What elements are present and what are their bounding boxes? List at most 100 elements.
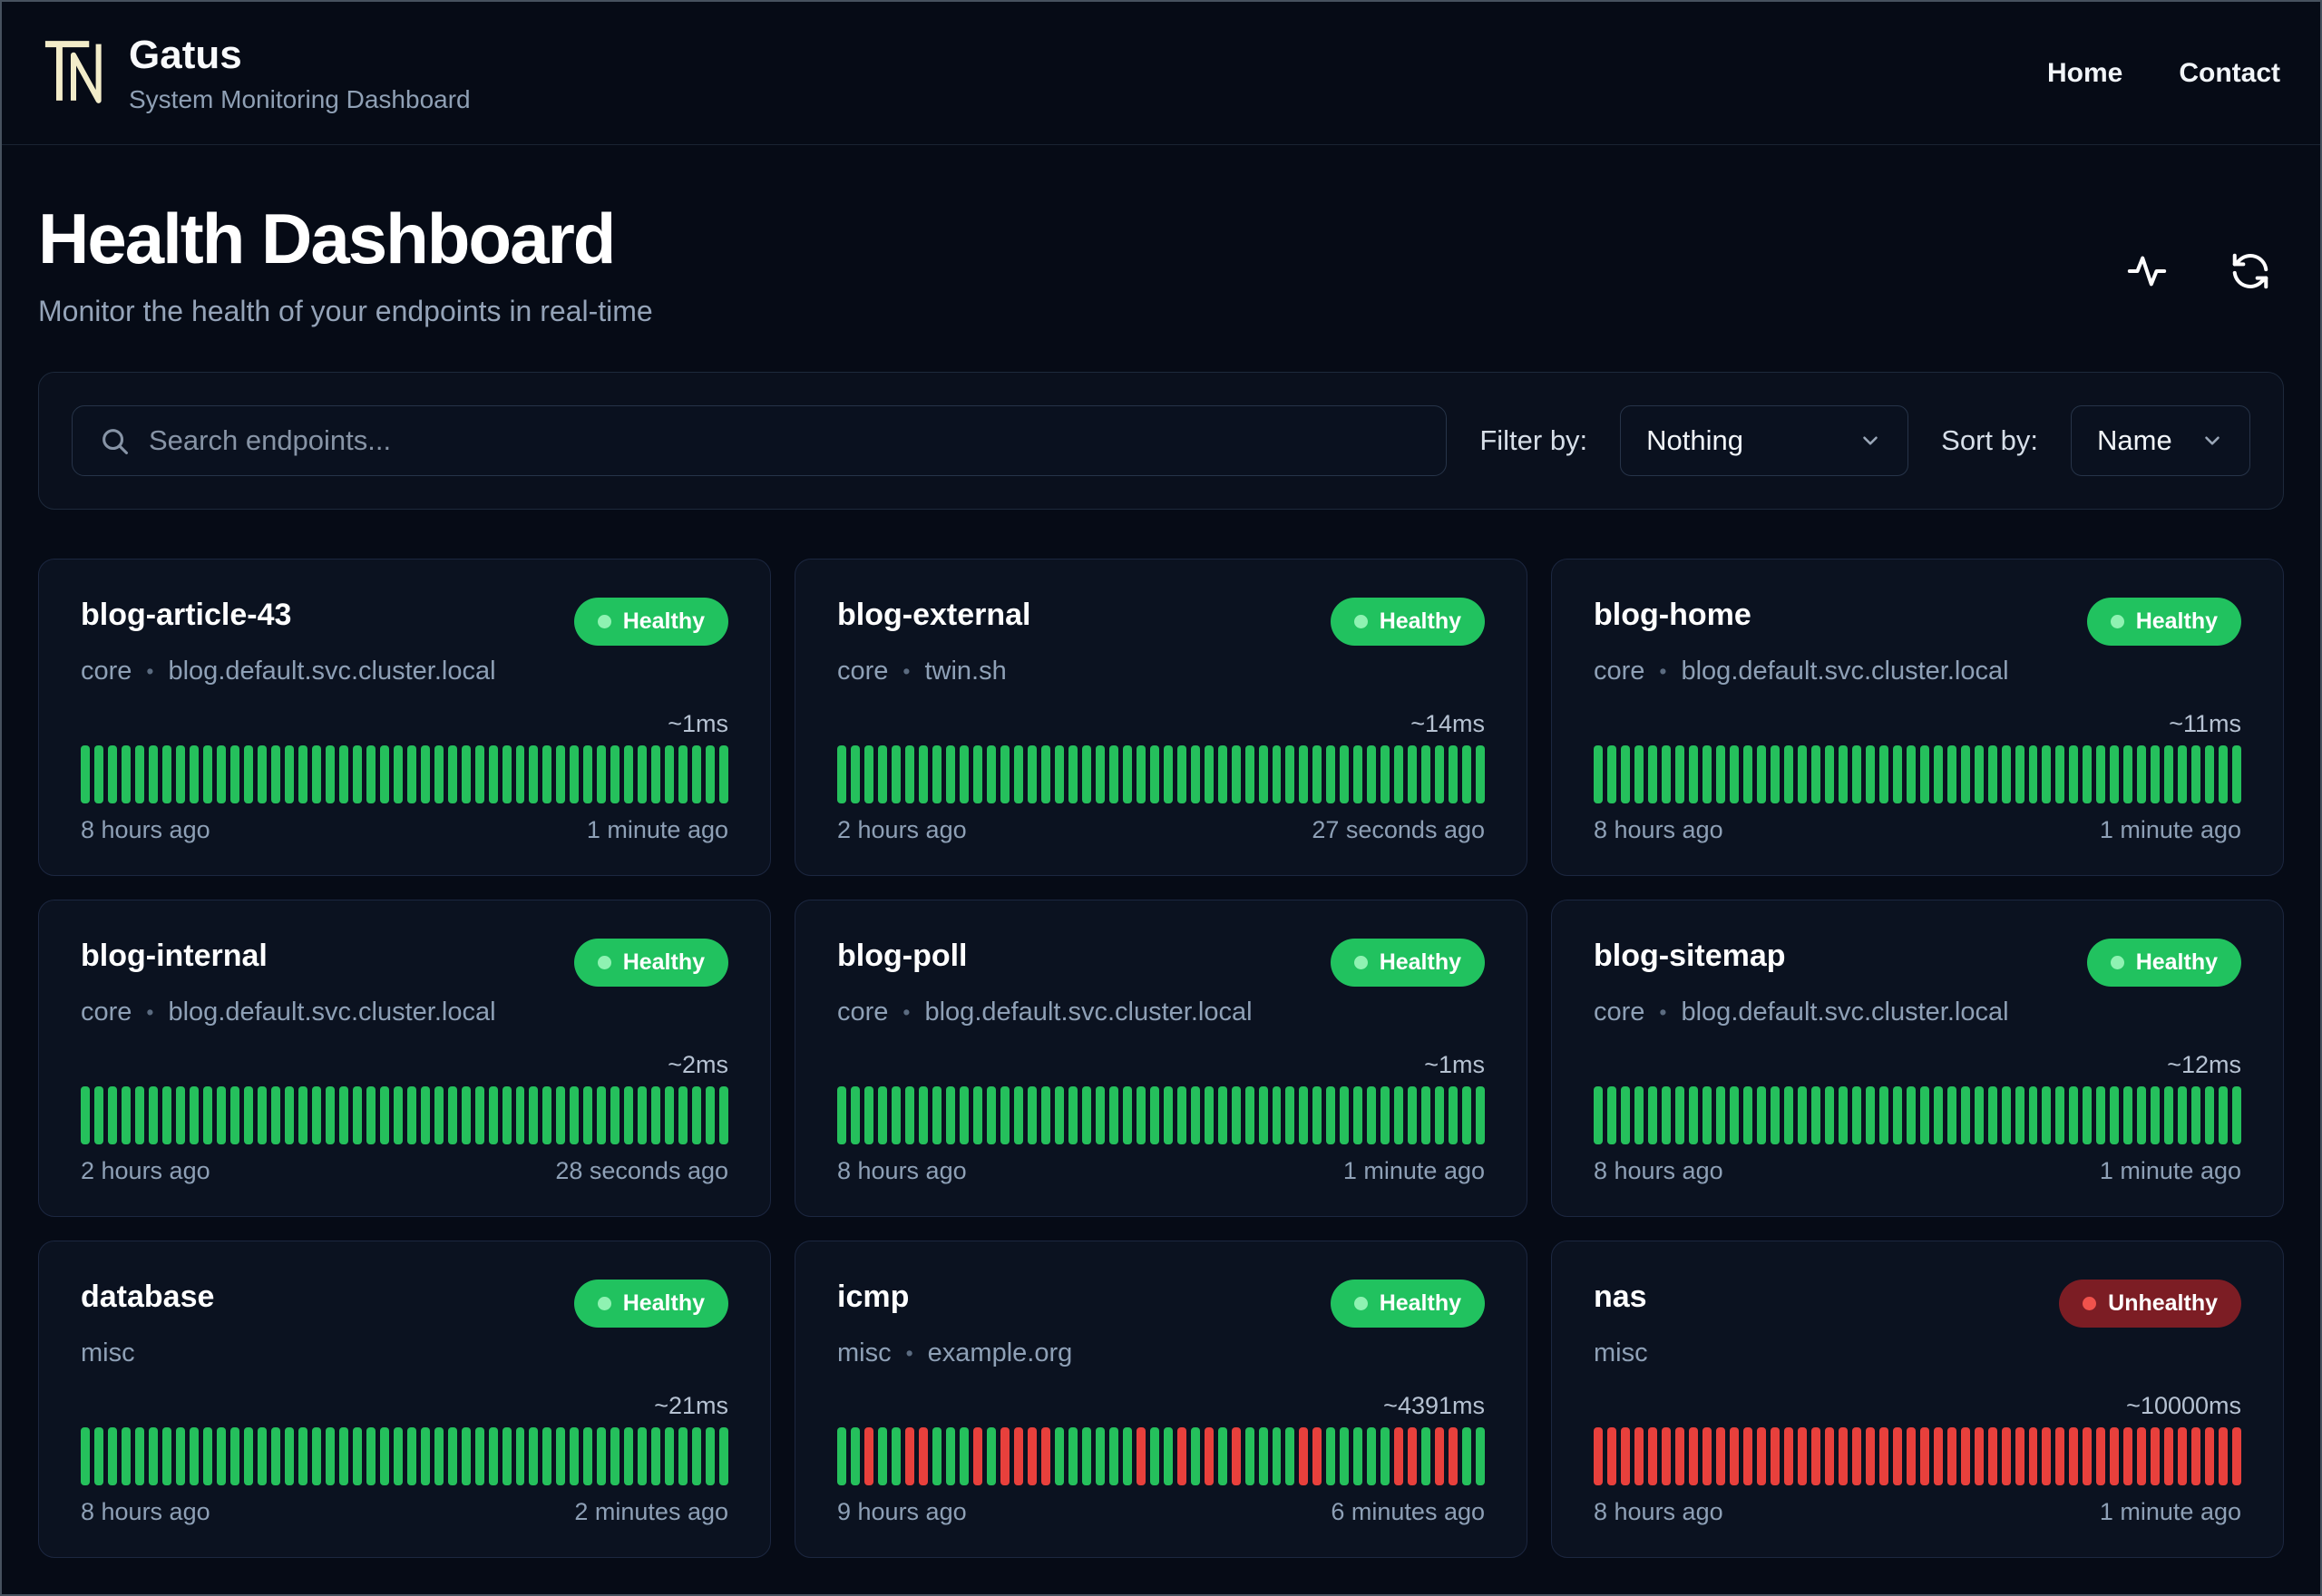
- endpoint-meta: core • blog.default.svc.cluster.local: [81, 657, 728, 686]
- endpoint-card[interactable]: blog-external Healthy core • twin.sh ~14…: [795, 559, 1527, 876]
- refresh-icon[interactable]: [2229, 250, 2271, 292]
- endpoint-card[interactable]: database Healthy misc • ~21ms 8 hours ag…: [38, 1241, 771, 1558]
- endpoint-name[interactable]: blog-internal: [81, 939, 268, 974]
- status-dot-icon: [1353, 956, 1368, 969]
- uptime-bar: [2083, 1427, 2093, 1485]
- endpoint-name[interactable]: icmp: [837, 1280, 909, 1315]
- uptime-bar: [311, 1086, 321, 1144]
- uptime-bar: [1326, 745, 1336, 803]
- endpoint-card[interactable]: blog-poll Healthy core • blog.default.sv…: [795, 900, 1527, 1217]
- search-input[interactable]: [72, 405, 1448, 476]
- uptime-bar: [420, 1427, 430, 1485]
- uptime-bar: [1068, 1086, 1078, 1144]
- endpoint-group: core: [837, 657, 889, 686]
- main-nav: Home Contact: [2047, 58, 2280, 89]
- uptime-bar: [1634, 1427, 1644, 1485]
- card-footer: 8 hours ago 1 minute ago: [81, 816, 728, 844]
- uptime-bar: [1204, 745, 1214, 803]
- uptime-bar: [1013, 1086, 1023, 1144]
- uptime-bar: [1715, 1427, 1725, 1485]
- uptime-bar: [1770, 1427, 1780, 1485]
- uptime-bar: [1594, 745, 1603, 803]
- uptime-bar: [986, 1086, 996, 1144]
- uptime-bar: [624, 745, 634, 803]
- uptime-bar: [81, 1086, 90, 1144]
- uptime-bar: [202, 1086, 212, 1144]
- uptime-bar: [2219, 1086, 2229, 1144]
- endpoint-name[interactable]: database: [81, 1280, 214, 1315]
- uptime-bar: [1408, 1086, 1418, 1144]
- endpoint-meta: misc •: [1594, 1338, 2241, 1368]
- uptime-bar: [420, 1086, 430, 1144]
- uptime-bar: [706, 1086, 716, 1144]
- endpoint-card[interactable]: nas Unhealthy misc • ~10000ms 8 hours ag…: [1551, 1241, 2284, 1558]
- endpoint-meta: core • blog.default.svc.cluster.local: [81, 998, 728, 1027]
- uptime-bar: [1054, 745, 1064, 803]
- filter-select[interactable]: Nothing: [1620, 405, 1909, 476]
- time-end: 1 minute ago: [586, 816, 728, 843]
- uptime-bar: [1394, 1427, 1404, 1485]
- status-badge: Unhealthy: [2059, 1280, 2241, 1328]
- uptime-bar: [1674, 1086, 1684, 1144]
- uptime-bar: [1661, 1427, 1671, 1485]
- uptime-bar: [1476, 1427, 1486, 1485]
- activity-pulse-icon[interactable]: [2126, 250, 2168, 292]
- uptime-bar: [1204, 1427, 1214, 1485]
- uptime-bar: [678, 1086, 688, 1144]
- nav-link-home[interactable]: Home: [2047, 58, 2122, 89]
- uptime-bar: [1933, 1427, 1943, 1485]
- uptime-bar: [2110, 1086, 2120, 1144]
- uptime-bar: [638, 1086, 648, 1144]
- uptime-bar: [1299, 1086, 1309, 1144]
- uptime-bar: [678, 1427, 688, 1485]
- uptime-bar: [556, 1086, 566, 1144]
- endpoint-card[interactable]: blog-sitemap Healthy core • blog.default…: [1551, 900, 2284, 1217]
- endpoint-name[interactable]: nas: [1594, 1280, 1647, 1315]
- uptime-bar: [529, 745, 539, 803]
- uptime-bar: [837, 1427, 846, 1485]
- endpoint-name[interactable]: blog-article-43: [81, 598, 291, 633]
- chevron-down-icon: [2205, 436, 2220, 445]
- endpoint-card[interactable]: blog-internal Healthy core • blog.defaul…: [38, 900, 771, 1217]
- endpoint-card[interactable]: icmp Healthy misc • example.org ~4391ms …: [795, 1241, 1527, 1558]
- endpoint-name[interactable]: blog-external: [837, 598, 1030, 633]
- uptime-bar: [1756, 1427, 1766, 1485]
- endpoint-name[interactable]: blog-poll: [837, 939, 968, 974]
- endpoint-card[interactable]: blog-home Healthy core • blog.default.sv…: [1551, 559, 2284, 876]
- status-dot-icon: [597, 1297, 611, 1310]
- uptime-bar: [542, 1427, 552, 1485]
- uptime-bar: [692, 1086, 702, 1144]
- endpoint-name[interactable]: blog-home: [1594, 598, 1751, 633]
- uptime-bar: [1620, 1427, 1630, 1485]
- uptime-bar: [1688, 1086, 1698, 1144]
- uptime-bar: [284, 1427, 294, 1485]
- uptime-bar: [366, 1427, 376, 1485]
- uptime-bar: [1906, 1427, 1916, 1485]
- endpoint-name[interactable]: blog-sitemap: [1594, 939, 1786, 974]
- uptime-bar: [1661, 745, 1671, 803]
- uptime-bar: [918, 745, 928, 803]
- sort-select[interactable]: Name: [2071, 405, 2250, 476]
- latency-label: ~11ms: [2169, 710, 2241, 737]
- uptime-bar: [420, 745, 430, 803]
- uptime-bar: [515, 1427, 525, 1485]
- uptime-bar: [959, 1086, 969, 1144]
- endpoint-card[interactable]: blog-article-43 Healthy core • blog.defa…: [38, 559, 771, 876]
- uptime-bar: [1742, 1427, 1752, 1485]
- uptime-bar: [1476, 745, 1486, 803]
- uptime-bar: [1974, 1086, 1984, 1144]
- uptime-bar: [1027, 1427, 1037, 1485]
- nav-link-contact[interactable]: Contact: [2179, 58, 2280, 89]
- status-badge: Healthy: [573, 598, 728, 646]
- uptime-bar: [434, 745, 444, 803]
- uptime-bar: [665, 1086, 675, 1144]
- endpoint-group: misc: [1594, 1338, 1648, 1367]
- uptime-bar: [488, 1427, 498, 1485]
- uptime-bar: [1606, 1427, 1616, 1485]
- uptime-bar: [1299, 1427, 1309, 1485]
- latency-label: ~12ms: [2167, 1051, 2241, 1078]
- uptime-bar: [2137, 1427, 2147, 1485]
- uptime-bar: [1217, 1086, 1227, 1144]
- uptime-bar: [1878, 1427, 1888, 1485]
- uptime-bar: [1606, 745, 1616, 803]
